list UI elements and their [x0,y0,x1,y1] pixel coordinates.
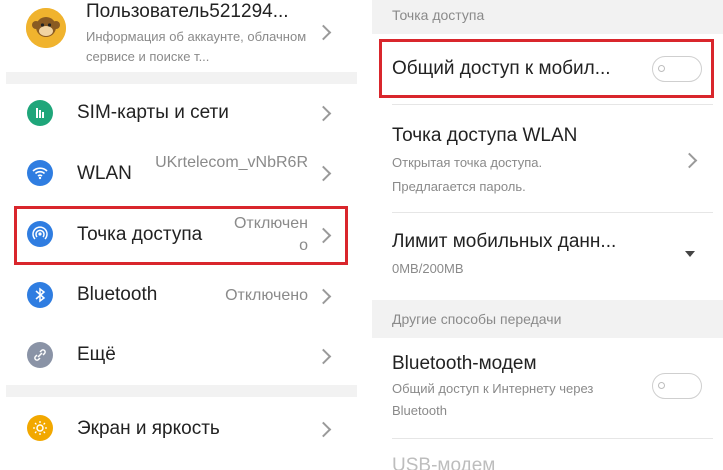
bluetooth-modem-row[interactable]: Bluetooth-модем Общий доступ к Интернету… [372,338,723,438]
chevron-right-icon [315,24,332,41]
more-label: Ещё [77,344,116,365]
toggle-knob [658,382,665,389]
chevron-right-icon [315,348,332,365]
account-description: Информация об аккаунте, облачном сервисе… [86,29,307,64]
chevron-right-icon [681,152,698,169]
account-row[interactable]: Пользователь521294... Информация об акка… [6,0,357,72]
section-spacer [6,385,357,397]
avatar [26,8,66,48]
section-title-other: Другие способы передачи [392,311,562,327]
chevron-right-icon [315,288,332,305]
section-title-hotspot: Точка доступа [392,7,485,23]
dropdown-arrow-icon [685,251,695,257]
screen-gap [357,0,372,470]
sidebar-item-more[interactable]: Ещё [6,325,357,385]
bluetooth-modem-label: Bluetooth-модем [392,353,537,374]
highlight-frame [379,39,714,98]
settings-screen: Пользователь521294... Информация об акка… [6,0,357,470]
highlight-frame [14,206,348,265]
hotspot-settings-screen: Точка доступа Общий доступ к мобил... То… [372,0,723,470]
bluetooth-label: Bluetooth [77,284,158,305]
wlan-hotspot-description: Открытая точка доступа. Предлагается пар… [392,155,543,194]
chevron-right-icon [315,105,332,122]
sim-label: SIM-карты и сети [77,102,229,123]
bluetooth-modem-toggle[interactable] [652,373,702,399]
bluetooth-modem-description: Общий доступ к Интернету через Bluetooth [392,381,594,418]
sidebar-item-wlan[interactable]: WLAN UKrtelecom_vNbR6R [6,142,357,203]
sidebar-item-sim[interactable]: SIM-карты и сети [6,84,357,142]
wlan-label: WLAN [77,163,132,184]
bluetooth-icon [27,282,53,308]
wlan-hotspot-label: Точка доступа WLAN [392,125,578,146]
chevron-right-icon [315,421,332,438]
wifi-icon [27,160,53,186]
account-name: Пользователь521294... [86,1,289,22]
monkey-avatar-icon [26,8,66,48]
usb-modem-row[interactable]: USB-модем [372,439,723,470]
data-limit-usage: 0MB/200MB [392,261,464,276]
display-label: Экран и яркость [77,418,220,439]
bluetooth-status: Отключено [225,287,308,304]
wlan-network-name: UKrtelecom_vNbR6R [155,154,308,171]
section-spacer [6,72,357,84]
wlan-hotspot-row[interactable]: Точка доступа WLAN Открытая точка доступ… [372,105,723,212]
link-icon [27,342,53,368]
sidebar-item-bluetooth[interactable]: Bluetooth Отключено [6,265,357,325]
sun-icon [27,415,53,441]
sidebar-item-display[interactable]: Экран и яркость [6,397,357,470]
data-limit-row[interactable]: Лимит мобильных данн... 0MB/200MB [372,213,723,300]
sim-icon [27,100,53,126]
chevron-right-icon [315,165,332,182]
usb-modem-label: USB-модем [392,455,496,470]
data-limit-label: Лимит мобильных данн... [392,231,617,252]
